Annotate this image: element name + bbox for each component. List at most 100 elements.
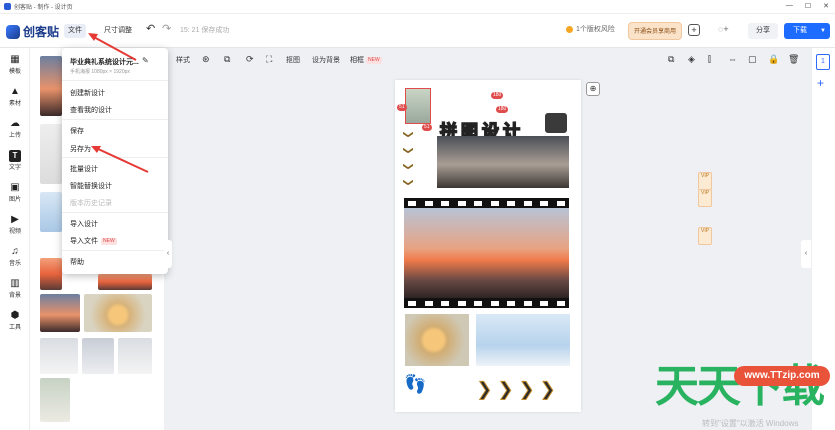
add-page-button[interactable]: + xyxy=(817,76,824,90)
material-thumb[interactable] xyxy=(40,338,78,374)
selected-photo[interactable] xyxy=(405,88,431,124)
rail-item-tools[interactable]: ⬢ 工具 xyxy=(0,310,30,331)
crop-icon[interactable]: ⧉ xyxy=(224,54,230,65)
menu-item-create[interactable]: 创建新设计 xyxy=(70,88,105,98)
vip-badge: VIP xyxy=(698,227,713,245)
material-thumb[interactable] xyxy=(118,338,152,374)
collaborate-icon[interactable]: ◌+ xyxy=(718,24,729,34)
image-icon: ▣ xyxy=(10,182,20,193)
background-icon: ▥ xyxy=(10,278,20,289)
chevron-down-icon[interactable]: ❯ xyxy=(403,146,416,155)
camera-icon[interactable] xyxy=(545,113,567,133)
redo-icon[interactable]: ↷ xyxy=(158,22,175,36)
material-thumb[interactable] xyxy=(98,274,152,290)
share-button[interactable]: 分享 xyxy=(748,23,778,39)
arrow-right-icon: ❯ xyxy=(498,379,514,399)
chevron-down-icon[interactable]: ❯ xyxy=(403,178,416,187)
cutout-button[interactable]: 抠图 xyxy=(286,55,300,65)
rail-label: 工具 xyxy=(8,325,21,331)
footprint-icon[interactable]: 👣 xyxy=(404,374,426,395)
rail-item-template[interactable]: ▦ 模板 xyxy=(0,54,30,75)
copy-icon[interactable]: ⧉ xyxy=(668,54,674,65)
menu-divider xyxy=(62,80,168,81)
set-background-button[interactable]: 设为背景 xyxy=(312,55,340,65)
layers-icon[interactable]: ◈ xyxy=(688,54,695,65)
material-thumb[interactable] xyxy=(84,294,152,332)
lock-icon[interactable]: 🔒 xyxy=(768,54,779,65)
rail-item-music[interactable]: ♫ 音乐 xyxy=(0,246,30,267)
rail-label: 图片 xyxy=(8,197,21,203)
trash-icon[interactable]: 🗑 xyxy=(788,54,799,65)
flower-photo[interactable] xyxy=(405,314,469,366)
page-thumbnail[interactable]: 1 xyxy=(816,54,830,70)
video-icon: ▶ xyxy=(11,214,19,225)
fit-icon[interactable]: ⛶ xyxy=(266,54,272,65)
size-adjust-button[interactable]: 尺寸调整 xyxy=(100,24,136,38)
collapse-panel-button[interactable]: ‹ xyxy=(164,240,172,268)
size-badge: 180 xyxy=(496,106,509,113)
page-tool-icon[interactable]: ⊕ xyxy=(586,82,600,96)
close-button[interactable]: ✕ xyxy=(823,2,829,10)
menu-item-batch[interactable]: 批量设计 VIP xyxy=(70,164,713,190)
rail-item-video[interactable]: ▶ 视频 xyxy=(0,214,30,235)
file-menu-button[interactable]: 文件 xyxy=(64,24,86,38)
warning-icon xyxy=(566,25,573,33)
vip-badge: VIP xyxy=(698,172,713,190)
menu-item-save-as[interactable]: 另存为 xyxy=(70,144,91,154)
menu-item-save[interactable]: 保存 xyxy=(70,126,84,136)
maximize-button[interactable]: ☐ xyxy=(805,2,811,10)
add-icon[interactable]: + xyxy=(688,24,700,36)
menu-item-import-design[interactable]: 导入设计 VIP xyxy=(70,219,713,245)
rail-label: 上传 xyxy=(8,133,21,139)
copyright-risk[interactable]: 1个版权风险 xyxy=(566,24,615,34)
rail-label: 视频 xyxy=(8,229,21,235)
material-thumb[interactable] xyxy=(40,378,70,422)
minimize-button[interactable]: — xyxy=(786,2,793,10)
color-icon[interactable]: ⊛ xyxy=(202,54,210,65)
undo-icon[interactable]: ↶ xyxy=(142,22,159,36)
tools-icon: ⬢ xyxy=(10,310,20,321)
winter-photo[interactable] xyxy=(476,314,570,366)
material-thumb[interactable] xyxy=(40,56,62,116)
brand-mark-icon xyxy=(6,24,20,39)
rail-item-text[interactable]: T 文字 xyxy=(0,150,30,171)
collapse-right-button[interactable]: ‹ xyxy=(801,240,811,268)
material-thumb[interactable] xyxy=(40,192,62,232)
menu-item-label: 智能替换设计 xyxy=(70,183,112,190)
rail-item-upload[interactable]: ☁ 上传 xyxy=(0,118,30,139)
style-button[interactable]: 样式 xyxy=(176,55,190,65)
menu-item-smart-replace[interactable]: 智能替换设计 VIP xyxy=(70,181,713,207)
file-dropdown-menu: 毕业典礼系统设计元... ✎ 手机海报 1080px × 1920px 创建新设… xyxy=(62,48,713,274)
design-size: 手机海报 1080px × 1920px xyxy=(70,69,130,75)
menu-item-my-designs[interactable]: 查看我的设计 xyxy=(70,105,112,115)
group-icon[interactable]: ▢ xyxy=(748,54,757,65)
chevron-down-icon[interactable]: ❯ xyxy=(403,130,416,139)
align-icon[interactable]: ⫿ xyxy=(708,54,711,65)
rail-item-background[interactable]: ▥ 背景 xyxy=(0,278,30,299)
material-thumb[interactable] xyxy=(82,338,114,374)
film-strip-photo[interactable] xyxy=(404,198,569,308)
chevron-down-icon[interactable]: ❯ xyxy=(402,162,416,171)
flip-icon[interactable]: ⇔ xyxy=(728,54,737,64)
new-badge: NEW xyxy=(101,237,117,245)
frame-button[interactable]: 相框 NEW xyxy=(350,55,382,65)
rail-item-material[interactable]: ▲ 素材 xyxy=(0,86,30,107)
arrow-decoration[interactable]: ❯ ❯ ❯ ❯ xyxy=(476,379,555,399)
rail-item-image[interactable]: ▣ 图片 xyxy=(0,182,30,203)
menu-item-import-file[interactable]: 导入文件 NEW xyxy=(70,236,117,246)
brand-logo[interactable]: 创客贴 xyxy=(6,23,59,40)
material-thumb[interactable] xyxy=(40,258,62,290)
menu-divider xyxy=(62,157,168,158)
chevron-down-icon[interactable]: ▼ xyxy=(820,23,826,39)
edit-icon[interactable]: ✎ xyxy=(142,56,149,65)
menu-item-help[interactable]: 帮助 xyxy=(70,257,84,267)
rotate-icon[interactable]: ⟳ xyxy=(246,54,254,65)
material-thumb[interactable] xyxy=(40,294,80,332)
material-thumb[interactable] xyxy=(40,124,62,184)
vip-button[interactable]: 开通会员享商用 xyxy=(628,22,683,40)
chevron-glyph: ❯ xyxy=(402,162,414,171)
top-toolbar: 创客贴 文件 尺寸调整 ↶ ↷ 15: 21 保存成功 1个版权风险 开通会员享… xyxy=(0,14,835,48)
download-button[interactable]: 下载 ▼ xyxy=(784,23,830,39)
arrow-right-icon: ❯ xyxy=(519,379,535,399)
landscape-photo[interactable] xyxy=(437,136,569,188)
